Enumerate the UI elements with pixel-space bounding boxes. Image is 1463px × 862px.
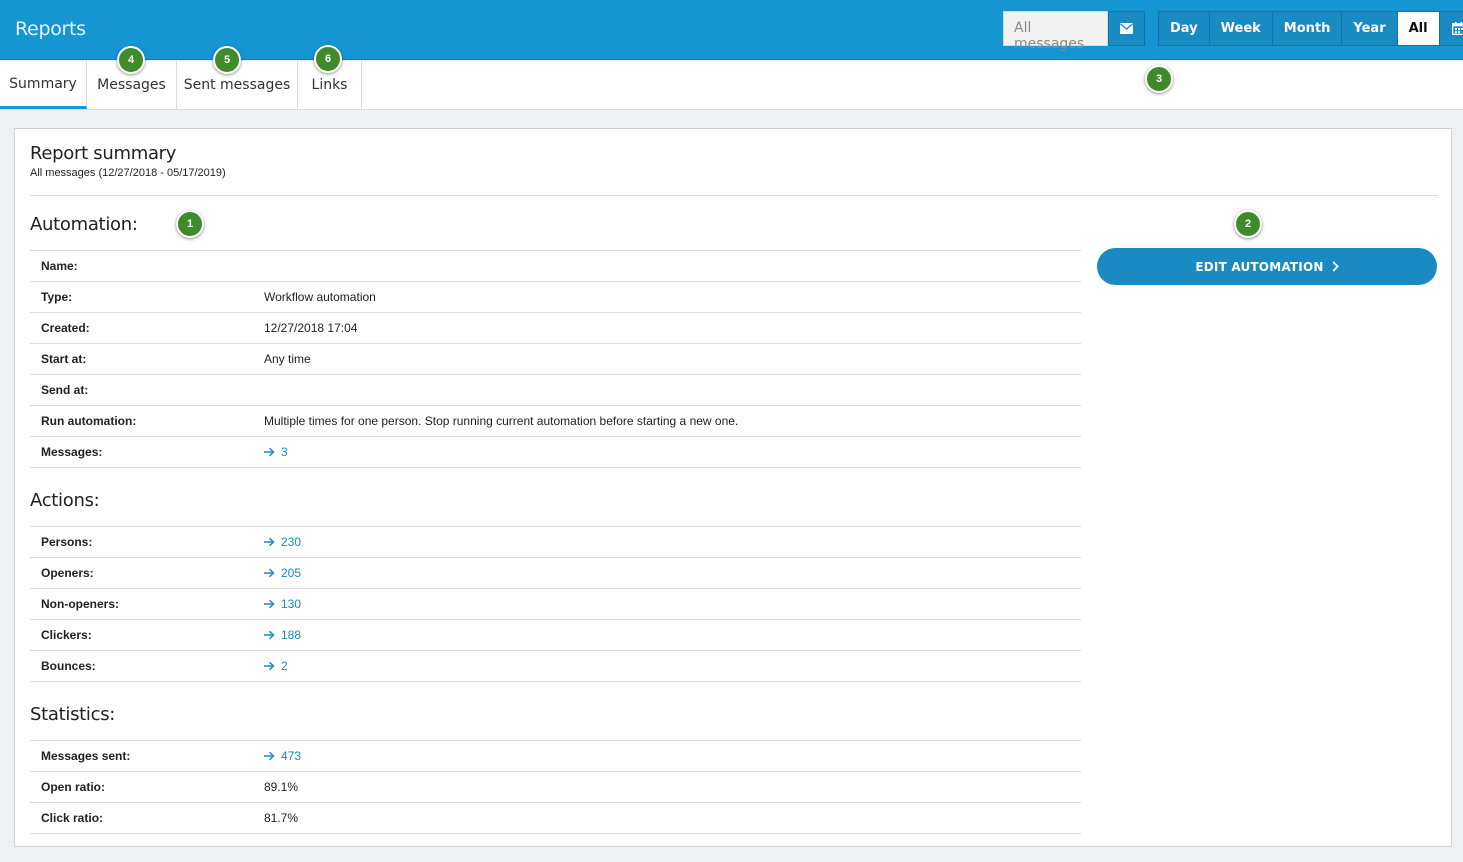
annotation-badge-6: 6 xyxy=(314,45,342,73)
arrow-right-icon xyxy=(264,751,275,761)
arrow-right-icon xyxy=(264,630,275,640)
arrow-right-icon xyxy=(264,661,275,671)
arrow-right-icon xyxy=(264,599,275,609)
calendar-icon xyxy=(1451,22,1463,35)
row-value: Multiple times for one person. Stop runn… xyxy=(264,414,739,428)
row-label: Open ratio: xyxy=(41,780,106,794)
period-selector: Day Week Month Year All xyxy=(1158,11,1463,46)
arrow-right-icon xyxy=(264,447,275,457)
row-value: 89.1% xyxy=(264,780,299,794)
link-value: 3 xyxy=(281,445,288,459)
table-row: Click ratio: 81.7% xyxy=(30,803,1081,834)
statistics-table: Messages sent: 473 Open ratio: 89.1% Cli… xyxy=(30,740,1081,834)
page-title: Reports xyxy=(15,18,86,40)
edit-automation-button[interactable]: EDIT AUTOMATION xyxy=(1097,248,1437,285)
table-row: Send at: xyxy=(30,375,1081,406)
non-openers-link[interactable]: 130 xyxy=(264,597,301,611)
persons-link[interactable]: 230 xyxy=(264,535,301,549)
row-label: Openers: xyxy=(41,566,94,580)
table-row: Start at: Any time xyxy=(30,344,1081,375)
annotation-badge-5: 5 xyxy=(213,46,241,74)
chevron-right-icon xyxy=(1332,261,1339,272)
link-value: 205 xyxy=(281,566,302,580)
row-label: Bounces: xyxy=(41,659,96,673)
row-label: Start at: xyxy=(41,352,87,366)
openers-link[interactable]: 205 xyxy=(264,566,301,580)
row-label: Created: xyxy=(41,321,90,335)
table-row: Non-openers: 130 xyxy=(30,589,1081,620)
table-row: Type: Workflow automation xyxy=(30,282,1081,313)
table-row: Created: 12/27/2018 17:04 xyxy=(30,313,1081,344)
row-label: Non-openers: xyxy=(41,597,119,611)
row-label: Run automation: xyxy=(41,414,137,428)
link-value: 473 xyxy=(281,749,302,763)
table-row: Messages: 3 xyxy=(30,437,1081,468)
annotation-badge-3: 3 xyxy=(1145,65,1173,93)
clickers-link[interactable]: 188 xyxy=(264,628,301,642)
bounces-link[interactable]: 2 xyxy=(264,659,288,673)
period-month-button[interactable]: Month xyxy=(1272,12,1343,45)
period-week-button[interactable]: Week xyxy=(1209,12,1273,45)
edit-automation-label: EDIT AUTOMATION xyxy=(1195,259,1324,274)
table-row: Run automation: Multiple times for one p… xyxy=(30,406,1081,437)
report-summary-panel: Report summary All messages (12/27/2018 … xyxy=(14,128,1452,847)
calendar-button[interactable] xyxy=(1439,12,1463,45)
annotation-badge-1: 1 xyxy=(176,210,204,238)
period-all-button[interactable]: All xyxy=(1397,12,1440,45)
row-label: Type: xyxy=(41,290,73,304)
annotation-badge-2: 2 xyxy=(1234,210,1262,238)
row-value: Any time xyxy=(264,352,311,366)
table-row: Messages sent: 473 xyxy=(30,741,1081,772)
period-year-button[interactable]: Year xyxy=(1342,12,1398,45)
row-label: Messages sent: xyxy=(41,749,131,763)
row-label: Name: xyxy=(41,259,78,273)
message-filter-button[interactable] xyxy=(1108,11,1145,46)
report-summary-subtitle: All messages (12/27/2018 - 05/17/2019) xyxy=(30,167,226,179)
messages-sent-link[interactable]: 473 xyxy=(264,749,301,763)
table-row: Open ratio: 89.1% xyxy=(30,772,1081,803)
message-filter-select[interactable]: All messages xyxy=(1003,11,1108,52)
row-value: 81.7% xyxy=(264,811,299,825)
table-row: Clickers: 188 xyxy=(30,620,1081,651)
table-row: Bounces: 2 xyxy=(30,651,1081,682)
table-row: Openers: 205 xyxy=(30,558,1081,589)
actions-section-title: Actions: xyxy=(30,490,100,511)
row-label: Send at: xyxy=(41,383,89,397)
link-value: 2 xyxy=(281,659,288,673)
row-label: Click ratio: xyxy=(41,811,104,825)
row-value: 12/27/2018 17:04 xyxy=(264,321,358,335)
annotation-badge-4: 4 xyxy=(117,46,145,74)
arrow-right-icon xyxy=(264,568,275,578)
actions-table: Persons: 230 Openers: 205 Non-openers: 1… xyxy=(30,526,1081,682)
automation-section-title: Automation: xyxy=(30,214,138,235)
row-label: Persons: xyxy=(41,535,93,549)
row-value: Workflow automation xyxy=(264,290,376,304)
messages-count-link[interactable]: 3 xyxy=(264,445,288,459)
divider xyxy=(30,195,1438,196)
report-summary-title: Report summary xyxy=(30,143,177,164)
row-label: Messages: xyxy=(41,445,103,459)
link-value: 188 xyxy=(281,628,302,642)
row-label: Clickers: xyxy=(41,628,92,642)
envelope-icon xyxy=(1120,23,1133,34)
statistics-section-title: Statistics: xyxy=(30,704,116,725)
tab-summary[interactable]: Summary xyxy=(0,61,87,109)
link-value: 230 xyxy=(281,535,302,549)
link-value: 130 xyxy=(281,597,302,611)
period-day-button[interactable]: Day xyxy=(1159,12,1210,45)
arrow-right-icon xyxy=(264,537,275,547)
automation-table: Name: Type: Workflow automation Created:… xyxy=(30,250,1081,468)
table-row: Persons: 230 xyxy=(30,527,1081,558)
table-row: Name: xyxy=(30,251,1081,282)
